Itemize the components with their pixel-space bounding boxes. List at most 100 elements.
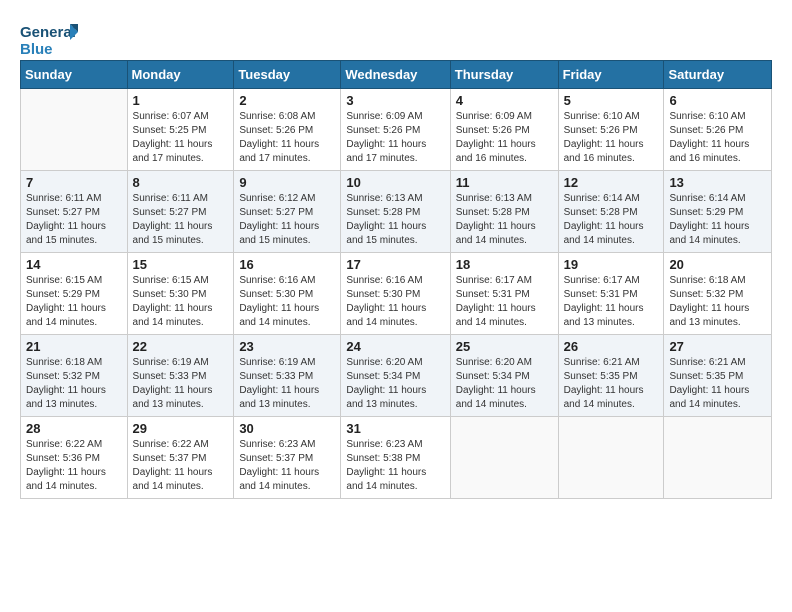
calendar-cell: 15 Sunrise: 6:15 AM Sunset: 5:30 PM Dayli… — [127, 253, 234, 335]
day-number: 12 — [564, 175, 659, 190]
day-info: Sunrise: 6:17 AM Sunset: 5:31 PM Dayligh… — [564, 274, 659, 330]
calendar-cell: 31 Sunrise: 6:23 AM Sunset: 5:38 PM Dayli… — [341, 417, 450, 499]
header-day-saturday: Saturday — [664, 61, 772, 89]
calendar-header-row: SundayMondayTuesdayWednesdayThursdayFrid… — [21, 61, 772, 89]
calendar-cell — [558, 417, 664, 499]
calendar-cell: 10 Sunrise: 6:13 AM Sunset: 5:28 PM Dayli… — [341, 171, 450, 253]
day-info: Sunrise: 6:14 AM Sunset: 5:28 PM Dayligh… — [564, 192, 659, 248]
day-info: Sunrise: 6:21 AM Sunset: 5:35 PM Dayligh… — [669, 356, 766, 412]
day-number: 10 — [346, 175, 444, 190]
day-info: Sunrise: 6:13 AM Sunset: 5:28 PM Dayligh… — [456, 192, 553, 248]
day-info: Sunrise: 6:22 AM Sunset: 5:36 PM Dayligh… — [26, 438, 122, 494]
day-info: Sunrise: 6:20 AM Sunset: 5:34 PM Dayligh… — [456, 356, 553, 412]
calendar-cell: 11 Sunrise: 6:13 AM Sunset: 5:28 PM Dayli… — [450, 171, 558, 253]
day-number: 14 — [26, 257, 122, 272]
day-info: Sunrise: 6:22 AM Sunset: 5:37 PM Dayligh… — [133, 438, 229, 494]
calendar-cell — [450, 417, 558, 499]
day-number: 4 — [456, 93, 553, 108]
day-number: 24 — [346, 339, 444, 354]
day-number: 15 — [133, 257, 229, 272]
svg-text:General: General — [20, 24, 76, 41]
day-info: Sunrise: 6:10 AM Sunset: 5:26 PM Dayligh… — [669, 110, 766, 166]
calendar-cell: 16Sunrise: 6:16 AM Sunset: 5:30 PM Dayli… — [234, 253, 341, 335]
day-number: 2 — [239, 93, 335, 108]
day-info: Sunrise: 6:08 AM Sunset: 5:26 PM Dayligh… — [239, 110, 335, 166]
calendar-cell — [21, 89, 128, 171]
calendar-cell: 29Sunrise: 6:22 AM Sunset: 5:37 PM Dayli… — [127, 417, 234, 499]
day-info: Sunrise: 6:19 AM Sunset: 5:33 PM Dayligh… — [133, 356, 229, 412]
day-info: Sunrise: 6:11 AM Sunset: 5:27 PM Dayligh… — [133, 192, 229, 248]
day-info: Sunrise: 6:23 AM Sunset: 5:37 PM Dayligh… — [239, 438, 335, 494]
day-number: 13 — [669, 175, 766, 190]
day-info: Sunrise: 6:18 AM Sunset: 5:32 PM Dayligh… — [669, 274, 766, 330]
calendar-table: SundayMondayTuesdayWednesdayThursdayFrid… — [20, 60, 772, 499]
day-number: 6 — [669, 93, 766, 108]
calendar-cell: 8 Sunrise: 6:11 AM Sunset: 5:27 PM Daylig… — [127, 171, 234, 253]
day-info: Sunrise: 6:18 AM Sunset: 5:32 PM Dayligh… — [26, 356, 122, 412]
day-info: Sunrise: 6:20 AM Sunset: 5:34 PM Dayligh… — [346, 356, 444, 412]
day-number: 23 — [239, 339, 335, 354]
calendar-cell: 5Sunrise: 6:10 AM Sunset: 5:26 PM Daylig… — [558, 89, 664, 171]
logo-svg: GeneralBlue — [20, 20, 80, 60]
calendar-week-row: 7Sunrise: 6:11 AM Sunset: 5:27 PM Daylig… — [21, 171, 772, 253]
header-day-friday: Friday — [558, 61, 664, 89]
calendar-cell: 17 Sunrise: 6:16 AM Sunset: 5:30 PM Dayli… — [341, 253, 450, 335]
day-info: Sunrise: 6:21 AM Sunset: 5:35 PM Dayligh… — [564, 356, 659, 412]
logo: GeneralBlue — [20, 20, 80, 60]
day-info: Sunrise: 6:17 AM Sunset: 5:31 PM Dayligh… — [456, 274, 553, 330]
calendar-cell: 9 Sunrise: 6:12 AM Sunset: 5:27 PM Daylig… — [234, 171, 341, 253]
header-day-monday: Monday — [127, 61, 234, 89]
day-number: 27 — [669, 339, 766, 354]
day-info: Sunrise: 6:15 AM Sunset: 5:30 PM Dayligh… — [133, 274, 229, 330]
calendar-week-row: 21 Sunrise: 6:18 AM Sunset: 5:32 PM Dayli… — [21, 335, 772, 417]
day-number: 21 — [26, 339, 122, 354]
svg-text:Blue: Blue — [20, 41, 53, 58]
day-info: Sunrise: 6:10 AM Sunset: 5:26 PM Dayligh… — [564, 110, 659, 166]
header-day-tuesday: Tuesday — [234, 61, 341, 89]
day-info: Sunrise: 6:09 AM Sunset: 5:26 PM Dayligh… — [456, 110, 553, 166]
header-day-thursday: Thursday — [450, 61, 558, 89]
day-number: 19 — [564, 257, 659, 272]
calendar-cell: 20 Sunrise: 6:18 AM Sunset: 5:32 PM Dayli… — [664, 253, 772, 335]
calendar-cell: 24 Sunrise: 6:20 AM Sunset: 5:34 PM Dayli… — [341, 335, 450, 417]
calendar-cell: 13 Sunrise: 6:14 AM Sunset: 5:29 PM Dayli… — [664, 171, 772, 253]
day-number: 31 — [346, 421, 444, 436]
day-info: Sunrise: 6:09 AM Sunset: 5:26 PM Dayligh… — [346, 110, 444, 166]
calendar-cell — [664, 417, 772, 499]
day-number: 8 — [133, 175, 229, 190]
calendar-cell: 2 Sunrise: 6:08 AM Sunset: 5:26 PM Daylig… — [234, 89, 341, 171]
day-number: 30 — [239, 421, 335, 436]
calendar-week-row: 14 Sunrise: 6:15 AM Sunset: 5:29 PM Dayli… — [21, 253, 772, 335]
day-number: 26 — [564, 339, 659, 354]
calendar-cell: 4 Sunrise: 6:09 AM Sunset: 5:26 PM Daylig… — [450, 89, 558, 171]
day-info: Sunrise: 6:15 AM Sunset: 5:29 PM Dayligh… — [26, 274, 122, 330]
day-number: 20 — [669, 257, 766, 272]
calendar-cell: 23 Sunrise: 6:19 AM Sunset: 5:33 PM Dayli… — [234, 335, 341, 417]
day-info: Sunrise: 6:12 AM Sunset: 5:27 PM Dayligh… — [239, 192, 335, 248]
header-day-sunday: Sunday — [21, 61, 128, 89]
day-info: Sunrise: 6:13 AM Sunset: 5:28 PM Dayligh… — [346, 192, 444, 248]
calendar-cell: 27 Sunrise: 6:21 AM Sunset: 5:35 PM Dayli… — [664, 335, 772, 417]
day-info: Sunrise: 6:16 AM Sunset: 5:30 PM Dayligh… — [346, 274, 444, 330]
calendar-cell: 1Sunrise: 6:07 AM Sunset: 5:25 PM Daylig… — [127, 89, 234, 171]
calendar-cell: 3 Sunrise: 6:09 AM Sunset: 5:26 PM Daylig… — [341, 89, 450, 171]
calendar-cell: 28Sunrise: 6:22 AM Sunset: 5:36 PM Dayli… — [21, 417, 128, 499]
day-number: 3 — [346, 93, 444, 108]
day-number: 11 — [456, 175, 553, 190]
day-info: Sunrise: 6:07 AM Sunset: 5:25 PM Dayligh… — [133, 110, 229, 166]
calendar-cell: 14 Sunrise: 6:15 AM Sunset: 5:29 PM Dayli… — [21, 253, 128, 335]
calendar-cell: 6 Sunrise: 6:10 AM Sunset: 5:26 PM Daylig… — [664, 89, 772, 171]
day-info: Sunrise: 6:14 AM Sunset: 5:29 PM Dayligh… — [669, 192, 766, 248]
calendar-cell: 25Sunrise: 6:20 AM Sunset: 5:34 PM Dayli… — [450, 335, 558, 417]
day-info: Sunrise: 6:16 AM Sunset: 5:30 PM Dayligh… — [239, 274, 335, 330]
day-info: Sunrise: 6:23 AM Sunset: 5:38 PM Dayligh… — [346, 438, 444, 494]
calendar-cell: 19 Sunrise: 6:17 AM Sunset: 5:31 PM Dayli… — [558, 253, 664, 335]
calendar-cell: 12 Sunrise: 6:14 AM Sunset: 5:28 PM Dayli… — [558, 171, 664, 253]
calendar-week-row: 28Sunrise: 6:22 AM Sunset: 5:36 PM Dayli… — [21, 417, 772, 499]
day-info: Sunrise: 6:19 AM Sunset: 5:33 PM Dayligh… — [239, 356, 335, 412]
day-number: 17 — [346, 257, 444, 272]
calendar-week-row: 1Sunrise: 6:07 AM Sunset: 5:25 PM Daylig… — [21, 89, 772, 171]
calendar-cell: 26 Sunrise: 6:21 AM Sunset: 5:35 PM Dayli… — [558, 335, 664, 417]
day-number: 18 — [456, 257, 553, 272]
day-number: 9 — [239, 175, 335, 190]
